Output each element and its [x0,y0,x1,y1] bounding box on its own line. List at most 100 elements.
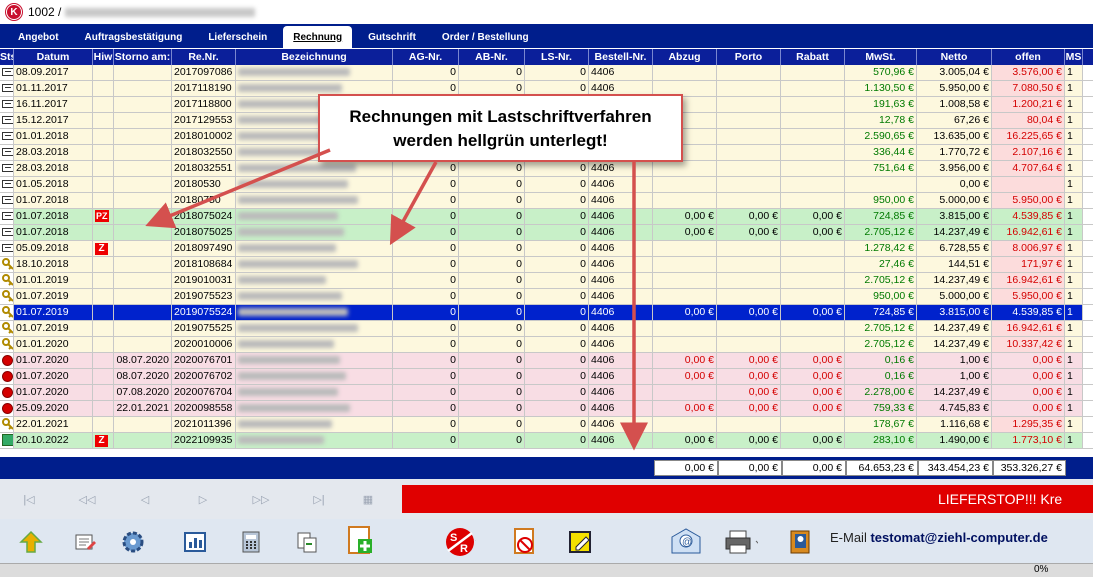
tab-angebot[interactable]: Angebot [8,26,69,48]
column-header[interactable]: Bestell-Nr. [589,49,653,65]
hint-cell [93,129,114,144]
tab-lieferschein[interactable]: Lieferschein [198,26,277,48]
nav-prev-button[interactable]: ◁ [116,493,174,506]
cell-bezeichnung-redacted [236,321,393,336]
table-row[interactable]: 22.01.2021 2021011396 0 0 0 4406 178,67 €1.116… [0,417,1093,433]
table-row[interactable]: 01.07.2019 2019075524 0 0 0 4406 0,00 €0,00 €0… [0,305,1093,321]
table-row[interactable]: 01.07.2018 20180750 0 0 0 4406 950,00 €5.000,0… [0,193,1093,209]
hint-cell [93,337,114,352]
cell-ls: 0 [525,289,589,304]
nav-last-button[interactable]: ▷| [290,493,348,506]
email-display: E-Mail testomat@ziehl-computer.de [830,530,1048,545]
copy-document-icon[interactable] [290,524,324,560]
table-row[interactable]: 01.01.2019 2019010031 0 0 0 4406 2.705,12 €14.… [0,273,1093,289]
table-row[interactable]: 01.07.2019 2019075525 0 0 0 4406 2.705,12 €14.… [0,321,1093,337]
table-row[interactable]: 25.09.2020 22.01.2021 2020098558 0 0 0 4406 0,0… [0,401,1093,417]
nav-next-button[interactable]: ▷ [174,493,232,506]
status-bar: 0% [0,563,1093,577]
nav-next-page-button[interactable]: ▷▷ [232,493,290,506]
cell-storno: 08.07.2020 [114,353,172,368]
column-header[interactable]: Re.Nr. [172,49,236,65]
table-row[interactable]: 01.01.2020 2020010006 0 0 0 4406 2.705,12 €14.… [0,337,1093,353]
cell-ab: 0 [459,369,525,384]
no-print-document-icon[interactable] [508,524,542,560]
cell-mwst: 2.705,12 € [845,321,917,336]
total-abzug: 0,00 € [654,460,718,476]
arrow-up-icon[interactable] [14,524,48,560]
key-icon [2,258,13,270]
column-header[interactable]: AG-Nr. [393,49,459,65]
column-header[interactable]: Storno am: [114,49,172,65]
table-row[interactable]: 01.07.2018 2018075025 0 0 0 4406 0,00 €0,00 €0… [0,225,1093,241]
column-header[interactable]: Abzug [653,49,717,65]
nav-first-button[interactable]: |◁ [0,493,58,506]
table-row[interactable]: 01.07.2020 07.08.2020 2020076704 0 0 0 4406 0,0… [0,385,1093,401]
tab-gutschrift[interactable]: Gutschrift [358,26,426,48]
cell-ls: 0 [525,161,589,176]
redacted-text [238,388,338,397]
cell-storno [114,305,172,320]
cell-storno: 08.07.2020 [114,369,172,384]
settings-gear-icon[interactable] [116,524,150,560]
cell-ab: 0 [459,401,525,416]
column-header[interactable]: MwSt. [845,49,917,65]
cell-renr: 2020076702 [172,369,236,384]
column-header[interactable]: LS-Nr. [525,49,589,65]
cell-ab: 0 [459,289,525,304]
tab-auftragsbestätigung[interactable]: Auftragsbestätigung [75,26,193,48]
email-address[interactable]: testomat@ziehl-computer.de [870,530,1047,545]
cell-ag: 0 [393,193,459,208]
email-send-icon[interactable]: @ [668,524,702,560]
table-row[interactable]: 20.10.2022 Z 2022109935 0 0 0 4406 0,00 €0,00 €… [0,433,1093,449]
nav-refresh-icon[interactable]: ▦ [348,493,388,506]
cell-ag: 0 [393,257,459,272]
table-row[interactable]: 08.09.2017 2017097086 0 0 0 4406 570,96 €3.005… [0,65,1093,81]
column-header[interactable]: Netto [917,49,992,65]
column-header[interactable]: AB-Nr. [459,49,525,65]
cell-bestell: 4406 [589,209,653,224]
cell-ms: 1 [1065,369,1083,384]
svg-text:S: S [450,532,457,544]
cell-offen: 4.539,85 € [992,209,1065,224]
table-row[interactable]: 01.05.2018 20180530 0 0 0 4406 0,00 €1 [0,177,1093,193]
edit-list-icon[interactable] [68,524,102,560]
column-header[interactable]: Bezeichnung [236,49,393,65]
address-book-icon[interactable] [784,524,818,560]
table-row[interactable]: 28.03.2018 2018032551 0 0 0 4406 751,64 €3.956… [0,161,1093,177]
envelope-icon [2,180,13,188]
chart-icon[interactable] [178,524,212,560]
column-header[interactable]: offen [992,49,1065,65]
table-row[interactable]: 01.07.2020 08.07.2020 2020076702 0 0 0 4406 0,0… [0,369,1093,385]
key-icon [2,306,13,318]
redacted-text [238,260,358,269]
cell-bestell: 4406 [589,225,653,240]
table-row[interactable]: 01.07.2018 PZ 2018075024 0 0 0 4406 0,00 €0,00 … [0,209,1093,225]
table-row[interactable]: 18.10.2018 2018108684 0 0 0 4406 27,46 €144,51… [0,257,1093,273]
redacted-text [238,68,350,77]
table-row[interactable]: 01.07.2019 2019075523 0 0 0 4406 950,00 €5.000… [0,289,1093,305]
table-row[interactable]: 01.07.2020 08.07.2020 2020076701 0 0 0 4406 0,0… [0,353,1093,369]
redacted-text [238,292,342,301]
cell-renr: 2018075025 [172,225,236,240]
cell-bezeichnung-redacted [236,401,393,416]
new-document-icon[interactable] [344,524,378,560]
nav-prev-page-button[interactable]: ◁◁ [58,493,116,506]
hint-cell [93,417,114,432]
column-header[interactable]: Sts [0,49,14,65]
storno-sr-icon[interactable]: SR [442,524,476,560]
table-row[interactable]: 05.09.2018 Z 2018097490 0 0 0 4406 1.278,42 €6.… [0,241,1093,257]
status-cell [0,177,14,192]
column-header[interactable]: Hiw [93,49,114,65]
column-header[interactable]: Rabatt [781,49,845,65]
cell-bezeichnung-redacted [236,289,393,304]
calculator-icon[interactable] [234,524,268,560]
column-header[interactable]: MS [1065,49,1083,65]
column-header[interactable]: Datum [14,49,93,65]
notepad-edit-icon[interactable] [564,524,598,560]
cell-datum: 05.09.2018 [14,241,93,256]
column-header[interactable]: Porto [717,49,781,65]
printer-icon[interactable] [724,524,758,560]
tab-rechnung[interactable]: Rechnung [283,26,353,48]
tab-order-bestellung[interactable]: Order / Bestellung [432,26,539,48]
cell-ms: 1 [1065,401,1083,416]
